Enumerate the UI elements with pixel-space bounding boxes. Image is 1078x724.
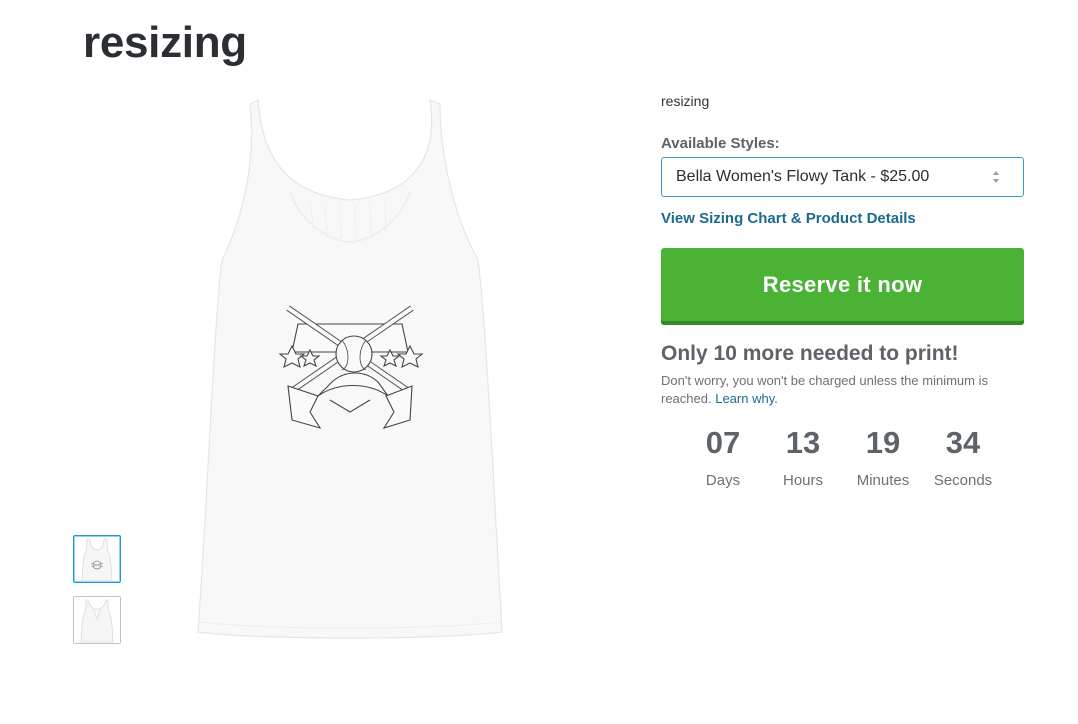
product-image-tank-top	[197, 99, 503, 639]
sizing-chart-link[interactable]: View Sizing Chart & Product Details	[661, 210, 916, 227]
countdown-hours-value: 13	[785, 425, 821, 460]
thumbnail-front[interactable]	[73, 535, 121, 583]
learn-why-link[interactable]: Learn why.	[715, 391, 778, 406]
page-title: resizing	[83, 18, 247, 67]
thumbnail-back[interactable]	[73, 596, 121, 644]
product-description: resizing	[661, 93, 710, 109]
countdown-days-value: 07	[705, 425, 741, 460]
selected-style-value: Bella Women's Flowy Tank - $25.00	[676, 168, 930, 185]
countdown-hours: 13 Hours	[763, 425, 843, 489]
charge-note-text: Don't worry, you won't be charged unless…	[661, 373, 988, 406]
countdown-minutes-label: Minutes	[856, 472, 910, 489]
countdown-minutes-value: 19	[865, 425, 901, 460]
countdown-seconds-label: Seconds	[933, 472, 993, 489]
reserve-button[interactable]: Reserve it now	[661, 248, 1024, 325]
tank-back-thumbnail-image	[80, 599, 114, 643]
charge-note: Don't worry, you won't be charged unless…	[661, 372, 1029, 408]
countdown-days-label: Days	[705, 472, 741, 489]
tank-front-thumbnail-image	[81, 538, 113, 582]
available-styles-label: Available Styles:	[661, 135, 780, 152]
countdown-timer: 07 Days 13 Hours 19 Minutes 34 Seconds	[683, 425, 1003, 489]
countdown-seconds: 34 Seconds	[923, 425, 1003, 489]
select-arrows-icon	[993, 171, 999, 183]
countdown-minutes: 19 Minutes	[843, 425, 923, 489]
needed-to-print: Only 10 more needed to print!	[661, 342, 959, 365]
countdown-days: 07 Days	[683, 425, 763, 489]
countdown-seconds-value: 34	[945, 425, 981, 460]
style-select[interactable]: Bella Women's Flowy Tank - $25.00	[661, 157, 1024, 197]
countdown-hours-label: Hours	[782, 472, 823, 489]
